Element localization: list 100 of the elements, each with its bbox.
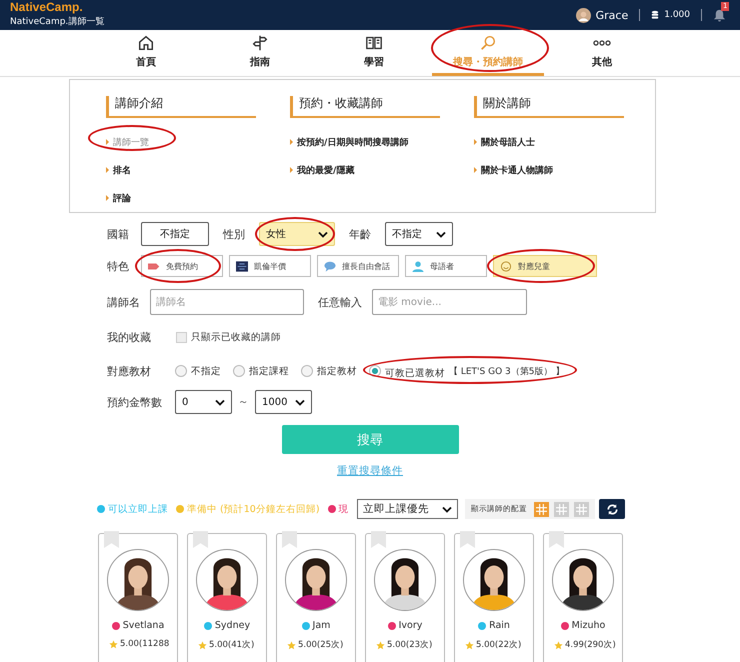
- bullet-icon: [106, 195, 109, 201]
- teacher-name: Mizuho: [572, 620, 606, 631]
- rating: 5.00(23次): [387, 639, 432, 651]
- sort-select[interactable]: 立即上課優先: [357, 499, 458, 519]
- menu-link[interactable]: 評論: [113, 192, 131, 204]
- bullet-icon: [106, 139, 109, 145]
- teacher-name: Svetlana: [122, 620, 164, 631]
- page-title: NativeCamp.講師一覧: [10, 16, 104, 28]
- nationality-select[interactable]: 不指定: [141, 222, 209, 246]
- radio-label[interactable]: 指定課程: [249, 364, 289, 378]
- legend-label: 可以立即上課: [108, 502, 168, 516]
- radio-button[interactable]: [301, 365, 313, 377]
- tag-icon: [148, 260, 160, 272]
- menu-link[interactable]: 我的最愛/隱藏: [297, 164, 354, 176]
- rating: 5.00(25次): [298, 639, 344, 651]
- teacher-name: Rain: [489, 620, 510, 631]
- menu-link[interactable]: 關於卡通人物講師: [481, 164, 553, 176]
- rating: 5.00(22次): [476, 639, 522, 651]
- chevron-icon: [442, 506, 452, 512]
- checkbox[interactable]: [176, 332, 187, 342]
- chevron-icon: [295, 398, 305, 406]
- teacher-card[interactable]: Ivory 5.00(23次): [365, 533, 445, 662]
- feature-toggle[interactable]: 免費預約: [141, 255, 223, 277]
- bullet-icon: [290, 167, 293, 173]
- feature-toggle[interactable]: 擅長自由會話: [317, 255, 399, 277]
- field-label: 國籍: [107, 226, 129, 242]
- menu-link[interactable]: 關於母語人士: [481, 136, 535, 148]
- menu-heading: 關於講師: [474, 96, 624, 118]
- grid-icon[interactable]: [574, 502, 589, 516]
- rating: 5.00(41次): [209, 639, 254, 651]
- bookmark-icon[interactable]: [104, 531, 119, 548]
- field-label: 性別: [223, 226, 245, 242]
- menu-link[interactable]: 講師一覽: [113, 136, 149, 148]
- teacher-card[interactable]: Svetlana 5.00(11288: [98, 533, 178, 662]
- max-coins-select[interactable]: 1000: [255, 390, 312, 414]
- radio-button[interactable]: [369, 365, 381, 377]
- nav-tab[interactable]: 首頁: [90, 30, 202, 76]
- radio-button[interactable]: [233, 365, 245, 377]
- keyword-field[interactable]: 電影 movie...: [372, 289, 527, 315]
- menu-heading: 預約・收藏講師: [290, 96, 440, 118]
- nav-tab[interactable]: 指南: [204, 30, 316, 76]
- nav-tab[interactable]: 學習: [318, 30, 430, 76]
- range-separator: ～: [238, 395, 249, 409]
- bookmark-icon[interactable]: [193, 531, 208, 548]
- checkbox-label[interactable]: 只顯示已收藏的講師: [191, 330, 281, 344]
- logo[interactable]: NativeCamp.: [10, 1, 104, 14]
- feature-toggle[interactable]: 對應兒童: [493, 255, 597, 277]
- chevron-icon: [436, 230, 446, 238]
- grid-icon[interactable]: [534, 502, 549, 516]
- bookmark-icon[interactable]: [460, 531, 475, 548]
- refresh-icon: [606, 502, 618, 516]
- person-icon: [412, 260, 424, 272]
- menu-link[interactable]: 排名: [113, 164, 131, 176]
- menu-link[interactable]: 按預約/日期與時間搜尋講師: [297, 136, 408, 148]
- radio-label[interactable]: 可教已選教材: [385, 362, 445, 380]
- teacher-card[interactable]: Sydney 5.00(41次): [187, 533, 267, 662]
- chevron-icon: [215, 398, 225, 406]
- field-label: 特色: [107, 258, 129, 274]
- teacher-card[interactable]: Jam 5.00(25次): [276, 533, 356, 662]
- radio-label[interactable]: 不指定: [191, 364, 221, 378]
- radio-label[interactable]: 指定教材: [317, 364, 357, 378]
- bullet-icon: [474, 167, 477, 173]
- teacher-name: Sydney: [214, 620, 250, 631]
- gender-select[interactable]: 女性: [259, 222, 335, 246]
- bookmark-icon[interactable]: [549, 531, 564, 548]
- bookmark-icon[interactable]: [371, 531, 386, 548]
- star-icon: [465, 640, 474, 650]
- chevron-icon: [318, 230, 328, 238]
- feature-toggle[interactable]: 母語者: [405, 255, 487, 277]
- age-select[interactable]: 不指定: [385, 222, 453, 246]
- bullet-icon: [290, 139, 293, 145]
- teacher-name-field[interactable]: 講師名: [150, 289, 304, 315]
- selected-material: 【 LET'S GO 3（第5版） 】: [449, 366, 564, 378]
- avatar-icon[interactable]: [576, 8, 591, 22]
- refresh-button[interactable]: [599, 499, 625, 519]
- field-label: 任意輸入: [318, 294, 362, 310]
- star-icon: [376, 640, 385, 650]
- bell-icon[interactable]: [713, 8, 726, 22]
- nav-tab[interactable]: 其他: [546, 30, 658, 76]
- field-label: 我的收藏: [107, 330, 152, 344]
- book-icon: [365, 34, 383, 52]
- feature-toggle[interactable]: 凱倫半價: [229, 255, 311, 277]
- coins-icon: [651, 10, 660, 20]
- home-icon: [137, 34, 155, 52]
- smiley-icon: [500, 260, 512, 272]
- min-coins-select[interactable]: 0: [175, 390, 232, 414]
- search-icon: [479, 34, 497, 52]
- legend-label: 現: [338, 502, 349, 516]
- speech-bubble-icon: [324, 260, 336, 272]
- user-name[interactable]: Grace: [596, 8, 628, 22]
- rating: 4.99(290次): [565, 639, 616, 651]
- more-icon: [593, 40, 611, 46]
- grid-icon[interactable]: [554, 502, 569, 516]
- field-label: 年齡: [349, 226, 371, 242]
- star-icon: [198, 640, 207, 650]
- bookmark-icon[interactable]: [282, 531, 297, 548]
- teacher-card[interactable]: Rain 5.00(22次): [454, 533, 534, 662]
- teacher-card[interactable]: Mizuho 4.99(290次): [543, 533, 623, 662]
- menu-heading: 講師介紹: [106, 96, 256, 118]
- radio-button[interactable]: [175, 365, 187, 377]
